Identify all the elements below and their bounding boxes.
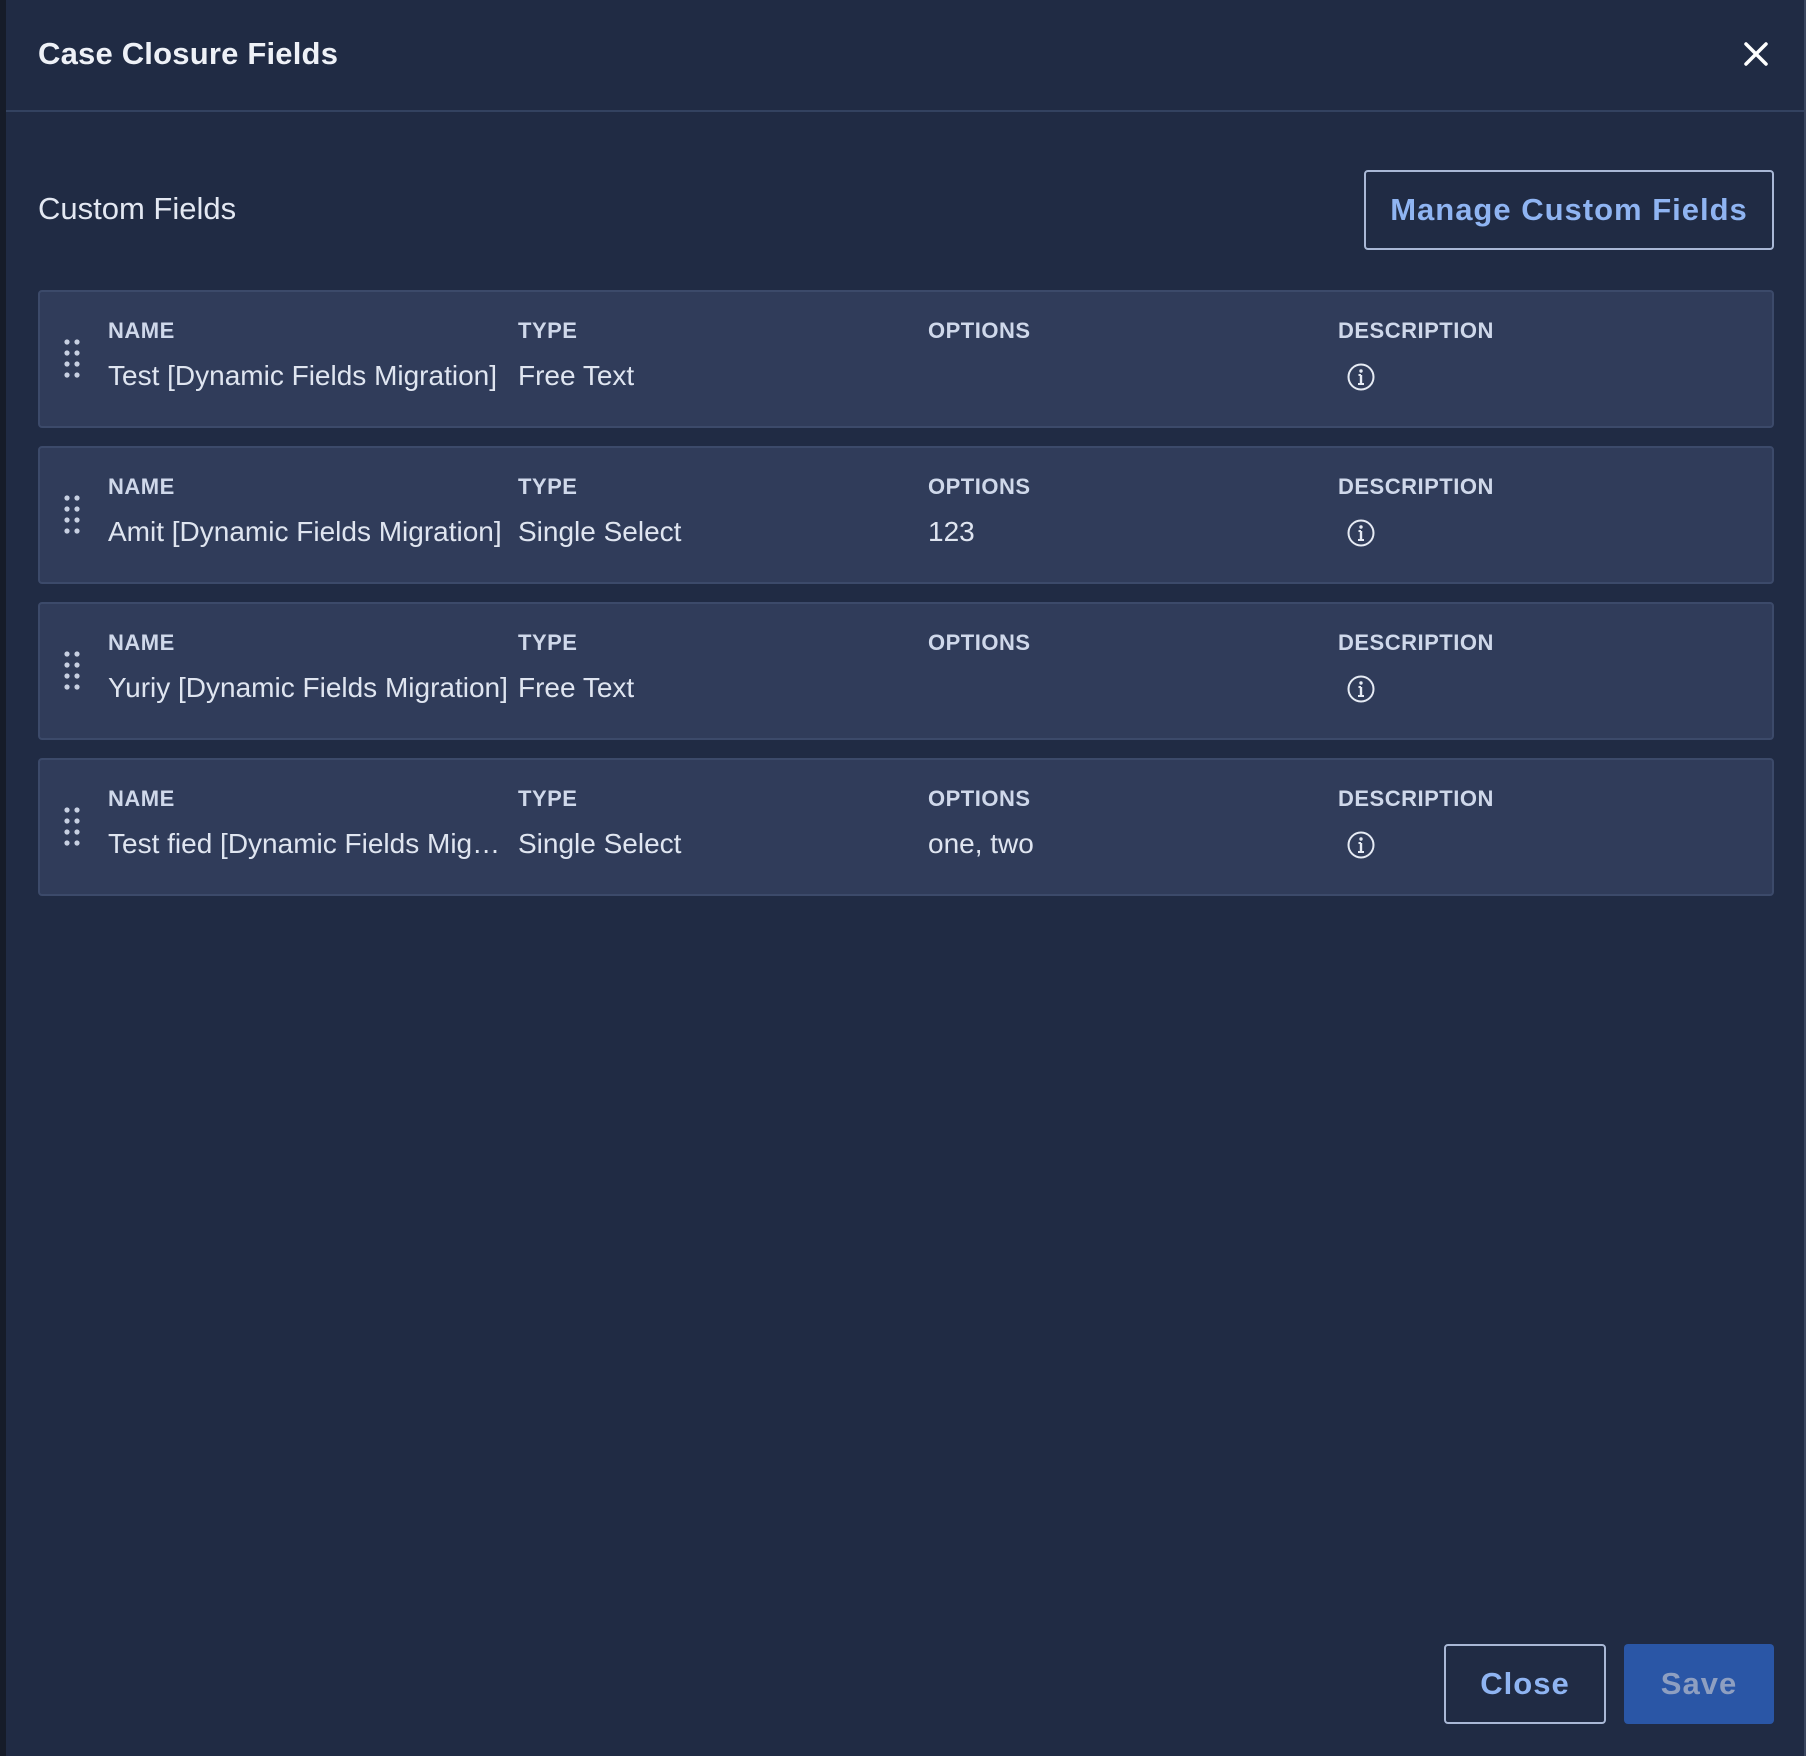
name-column: NAME Yuriy [Dynamic Fields Migration]: [108, 630, 508, 704]
save-button[interactable]: Save: [1624, 1644, 1774, 1724]
options-column: OPTIONS one, two: [928, 786, 1328, 860]
type-column: TYPE Free Text: [518, 630, 918, 704]
type-column: TYPE Single Select: [518, 474, 918, 548]
options-column: OPTIONS 123: [928, 474, 1328, 548]
manage-custom-fields-button[interactable]: Manage Custom Fields: [1364, 170, 1774, 250]
options-column: OPTIONS: [928, 630, 1328, 672]
type-header: TYPE: [518, 318, 578, 343]
name-column: NAME Test fied [Dynamic Fields Migra…: [108, 786, 508, 860]
description-header: DESCRIPTION: [1338, 630, 1494, 655]
close-icon[interactable]: [1732, 30, 1780, 78]
custom-field-row: NAME Amit [Dynamic Fields Migration] TYP…: [38, 446, 1774, 584]
field-name: Test [Dynamic Fields Migration]: [108, 360, 498, 391]
options-header: OPTIONS: [928, 786, 1031, 811]
custom-field-row: NAME Yuriy [Dynamic Fields Migration] TY…: [38, 602, 1774, 740]
field-options: one, two: [928, 828, 1034, 859]
field-name: Amit [Dynamic Fields Migration]: [108, 516, 502, 547]
case-closure-fields-modal: Case Closure Fields Custom Fields Manage…: [6, 0, 1806, 1756]
options-header: OPTIONS: [928, 318, 1031, 343]
drag-handle-icon[interactable]: [62, 338, 82, 380]
type-column: TYPE Free Text: [518, 318, 918, 392]
description-header: DESCRIPTION: [1338, 474, 1494, 499]
modal-title: Case Closure Fields: [38, 36, 339, 71]
info-icon[interactable]: [1346, 518, 1376, 548]
name-column: NAME Amit [Dynamic Fields Migration]: [108, 474, 508, 548]
description-header: DESCRIPTION: [1338, 318, 1494, 343]
field-type: Free Text: [518, 672, 635, 703]
custom-field-row: NAME Test fied [Dynamic Fields Migra… TY…: [38, 758, 1774, 896]
field-type: Single Select: [518, 828, 682, 859]
name-column: NAME Test [Dynamic Fields Migration]: [108, 318, 508, 392]
close-button[interactable]: Close: [1444, 1644, 1606, 1724]
description-column: DESCRIPTION: [1338, 318, 1738, 392]
name-header: NAME: [108, 318, 175, 343]
name-header: NAME: [108, 786, 175, 811]
type-header: TYPE: [518, 786, 578, 811]
field-type: Free Text: [518, 360, 635, 391]
custom-field-row: NAME Test [Dynamic Fields Migration] TYP…: [38, 290, 1774, 428]
info-icon[interactable]: [1346, 830, 1376, 860]
type-header: TYPE: [518, 630, 578, 655]
type-header: TYPE: [518, 474, 578, 499]
name-header: NAME: [108, 474, 175, 499]
field-options: 123: [928, 516, 975, 547]
name-header: NAME: [108, 630, 175, 655]
options-column: OPTIONS: [928, 318, 1328, 360]
options-header: OPTIONS: [928, 474, 1031, 499]
options-header: OPTIONS: [928, 630, 1031, 655]
description-column: DESCRIPTION: [1338, 786, 1738, 860]
drag-handle-icon[interactable]: [62, 806, 82, 848]
field-type: Single Select: [518, 516, 682, 547]
section-title: Custom Fields: [38, 191, 237, 226]
field-name: Yuriy [Dynamic Fields Migration]: [108, 672, 508, 703]
custom-fields-list: NAME Test [Dynamic Fields Migration] TYP…: [38, 290, 1774, 914]
drag-handle-icon[interactable]: [62, 494, 82, 536]
info-icon[interactable]: [1346, 674, 1376, 704]
description-column: DESCRIPTION: [1338, 630, 1738, 704]
drag-handle-icon[interactable]: [62, 650, 82, 692]
type-column: TYPE Single Select: [518, 786, 918, 860]
modal-header: Case Closure Fields: [6, 0, 1804, 112]
info-icon[interactable]: [1346, 362, 1376, 392]
description-header: DESCRIPTION: [1338, 786, 1494, 811]
description-column: DESCRIPTION: [1338, 474, 1738, 548]
field-name: Test fied [Dynamic Fields Migra…: [108, 828, 508, 859]
